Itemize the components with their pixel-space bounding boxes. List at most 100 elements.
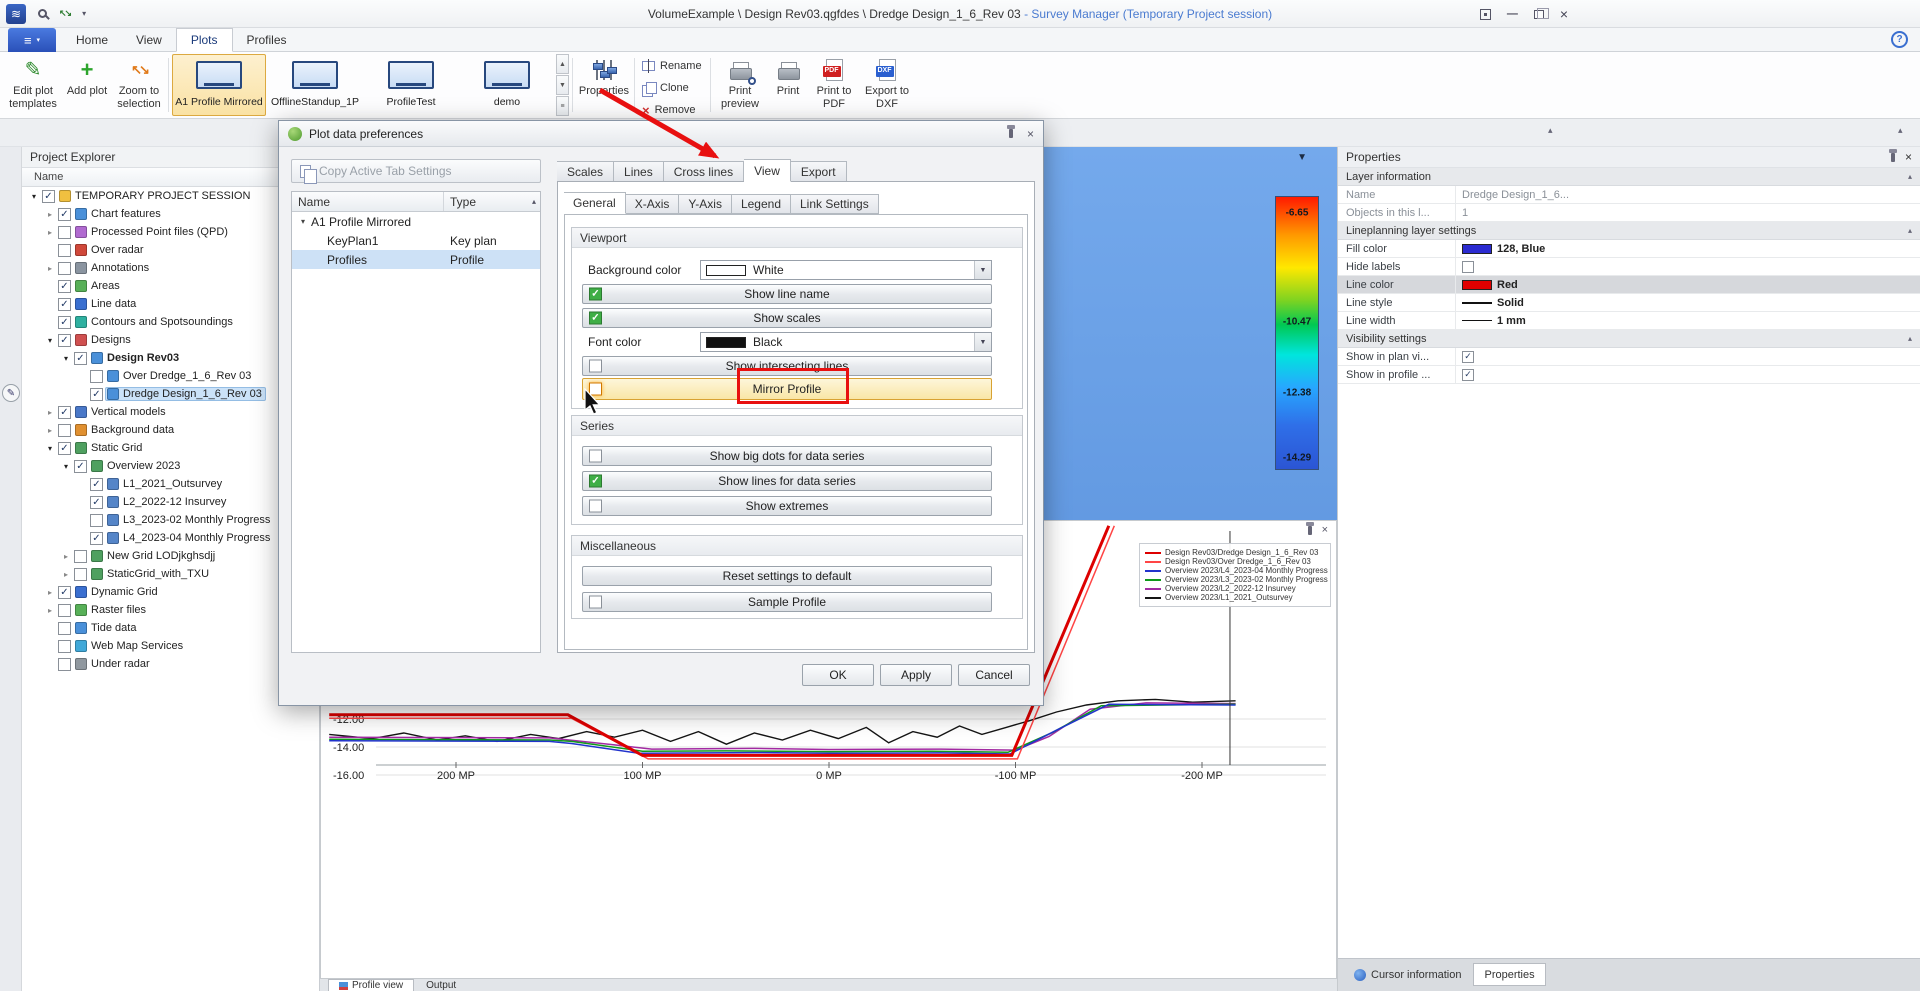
reset-settings-button[interactable]: Reset settings to default bbox=[582, 566, 992, 586]
expander-closed-icon[interactable]: ▸ bbox=[48, 606, 52, 615]
show-lines-for-data-series-checkbox[interactable] bbox=[589, 475, 602, 488]
tree-item-checkbox[interactable] bbox=[90, 532, 103, 545]
tree-item-checkbox[interactable] bbox=[58, 280, 71, 293]
clone-button[interactable]: Clone bbox=[640, 78, 706, 98]
property-row[interactable]: Line color Red bbox=[1338, 276, 1920, 294]
expander-open-icon[interactable]: ▾ bbox=[48, 336, 52, 345]
tree-item-checkbox[interactable] bbox=[90, 514, 103, 527]
tree-item[interactable]: L1_2021_Outsurvey bbox=[22, 475, 319, 493]
apply-button[interactable]: Apply bbox=[880, 664, 952, 686]
expander-closed-icon[interactable]: ▸ bbox=[48, 408, 52, 417]
property-row[interactable]: Hide labels bbox=[1338, 258, 1920, 276]
tree-item-checkbox[interactable] bbox=[58, 262, 71, 275]
show-lines-for-data-series-button[interactable]: Show lines for data series bbox=[582, 471, 992, 491]
tree-item[interactable]: ▸ StaticGrid_with_TXU bbox=[22, 565, 319, 583]
ribbon-tab[interactable]: View bbox=[122, 28, 176, 52]
property-row[interactable]: Visibility settings ▴ bbox=[1338, 330, 1920, 348]
show-extremes-checkbox[interactable] bbox=[589, 500, 602, 513]
pin-icon[interactable] bbox=[1009, 129, 1013, 138]
quick-access-customize-icon[interactable]: ▾ bbox=[82, 9, 86, 18]
show-scales-button[interactable]: Show scales bbox=[582, 308, 992, 328]
expander-open-icon[interactable]: ▾ bbox=[64, 462, 68, 471]
tree-item[interactable]: ▸ Raster files bbox=[22, 601, 319, 619]
pin-icon[interactable] bbox=[1891, 153, 1895, 162]
show-scales-checkbox[interactable] bbox=[589, 312, 602, 325]
tree-item-checkbox[interactable] bbox=[58, 658, 71, 671]
plot-gallery-item[interactable]: A1 Profile Mirrored bbox=[172, 54, 266, 116]
panel-tab[interactable]: Properties bbox=[1473, 963, 1545, 986]
tree-item-checkbox[interactable] bbox=[58, 298, 71, 311]
property-row[interactable]: Show in plan vi... bbox=[1338, 348, 1920, 366]
tree-item[interactable]: ▾ TEMPORARY PROJECT SESSION bbox=[22, 187, 319, 205]
tree-item[interactable]: ▾ Overview 2023 bbox=[22, 457, 319, 475]
expander-closed-icon[interactable]: ▸ bbox=[48, 426, 52, 435]
tree-item[interactable]: ▾ Designs bbox=[22, 331, 319, 349]
edit-layer-badge-icon[interactable]: ✎ bbox=[2, 384, 20, 402]
remove-button[interactable]: ×Remove bbox=[640, 100, 706, 120]
add-plot-button[interactable]: + Add plot bbox=[64, 54, 110, 116]
expander-open-icon[interactable]: ▾ bbox=[301, 217, 305, 226]
show-big-dots-button[interactable]: Show big dots for data series bbox=[582, 446, 992, 466]
ribbon-tab[interactable]: Plots bbox=[176, 28, 233, 52]
tree-item[interactable]: ▸ New Grid LODjkghsdjj bbox=[22, 547, 319, 565]
column-header-name[interactable]: Name bbox=[292, 192, 444, 211]
show-line-name-button[interactable]: Show line name bbox=[582, 284, 992, 304]
list-row[interactable]: ▾ A1 Profile Mirrored bbox=[292, 212, 540, 231]
tree-item[interactable]: Contours and Spotsoundings bbox=[22, 313, 319, 331]
expander-closed-icon[interactable]: ▸ bbox=[64, 570, 68, 579]
dialog-subtab[interactable]: Link Settings bbox=[791, 194, 879, 214]
tree-item-checkbox[interactable] bbox=[90, 478, 103, 491]
tree-item-checkbox[interactable] bbox=[74, 352, 87, 365]
show-extremes-button[interactable]: Show extremes bbox=[582, 496, 992, 516]
tree-item-checkbox[interactable] bbox=[58, 622, 71, 635]
tree-item-checkbox[interactable] bbox=[74, 568, 87, 581]
close-icon[interactable]: × bbox=[1560, 7, 1568, 21]
ribbon-tab[interactable]: Profiles bbox=[233, 28, 301, 52]
collapse-ribbon-icon[interactable]: ▴ bbox=[1898, 125, 1903, 136]
panel-tab[interactable]: Cursor information bbox=[1344, 963, 1471, 986]
edit-plot-templates-button[interactable]: ✎ Edit plot templates bbox=[4, 54, 62, 116]
plot-gallery-item[interactable]: demo bbox=[460, 54, 554, 116]
expander-closed-icon[interactable]: ▸ bbox=[48, 588, 52, 597]
mirror-profile-checkbox[interactable] bbox=[589, 383, 602, 396]
tree-item-checkbox[interactable] bbox=[58, 226, 71, 239]
export-to-dxf-button[interactable]: DXF Export to DXF bbox=[860, 54, 914, 116]
close-icon[interactable]: × bbox=[1322, 524, 1328, 536]
property-checkbox[interactable] bbox=[1462, 369, 1474, 381]
property-row[interactable]: Objects in this l... 1 bbox=[1338, 204, 1920, 222]
print-button[interactable]: Print bbox=[768, 54, 808, 116]
dialog-subtab[interactable]: Y-Axis bbox=[679, 194, 732, 214]
list-row[interactable]: KeyPlan1 Key plan bbox=[292, 231, 540, 250]
tree-item[interactable]: Dredge Design_1_6_Rev 03 bbox=[22, 385, 319, 403]
tree-item-checkbox[interactable] bbox=[90, 496, 103, 509]
tree-item-checkbox[interactable] bbox=[58, 640, 71, 653]
close-icon[interactable]: × bbox=[1905, 150, 1912, 164]
collapse-panel-icon[interactable]: ▴ bbox=[1548, 125, 1553, 136]
section-collapse-icon[interactable]: ▴ bbox=[1908, 172, 1912, 181]
tree-item[interactable]: L3_2023-02 Monthly Progress bbox=[22, 511, 319, 529]
tree-item[interactable]: ▸ Chart features bbox=[22, 205, 319, 223]
print-to-pdf-button[interactable]: PDF Print to PDF bbox=[810, 54, 858, 116]
property-row[interactable]: Show in profile ... bbox=[1338, 366, 1920, 384]
tree-item-checkbox[interactable] bbox=[90, 370, 103, 383]
tree-item[interactable]: ▸ Background data bbox=[22, 421, 319, 439]
expander-open-icon[interactable]: ▾ bbox=[48, 444, 52, 453]
dialog-subtab[interactable]: X-Axis bbox=[626, 194, 680, 214]
minimize-icon[interactable]: — bbox=[1507, 8, 1518, 20]
dialog-titlebar[interactable]: Plot data preferences × bbox=[279, 121, 1043, 147]
restore-icon[interactable] bbox=[1534, 10, 1544, 19]
rename-button[interactable]: Rename bbox=[640, 56, 706, 76]
tree-item-checkbox[interactable] bbox=[58, 316, 71, 329]
tree-item-checkbox[interactable] bbox=[42, 190, 55, 203]
plot-gallery-item[interactable]: ProfileTest bbox=[364, 54, 458, 116]
help-icon[interactable]: ? bbox=[1891, 31, 1908, 48]
property-row[interactable]: Name Dredge Design_1_6... bbox=[1338, 186, 1920, 204]
property-row[interactable]: Lineplanning layer settings ▴ bbox=[1338, 222, 1920, 240]
show-intersecting-lines-checkbox[interactable] bbox=[589, 360, 602, 373]
tree-item-checkbox[interactable] bbox=[58, 424, 71, 437]
zoom-to-selection-button[interactable]: ↖↘ Zoom to selection bbox=[112, 54, 166, 116]
expander-closed-icon[interactable]: ▸ bbox=[48, 210, 52, 219]
plot-properties-button[interactable]: Properties bbox=[576, 54, 632, 116]
application-menu-button[interactable]: ≡▾ bbox=[8, 28, 56, 52]
close-icon[interactable]: × bbox=[1027, 127, 1034, 141]
